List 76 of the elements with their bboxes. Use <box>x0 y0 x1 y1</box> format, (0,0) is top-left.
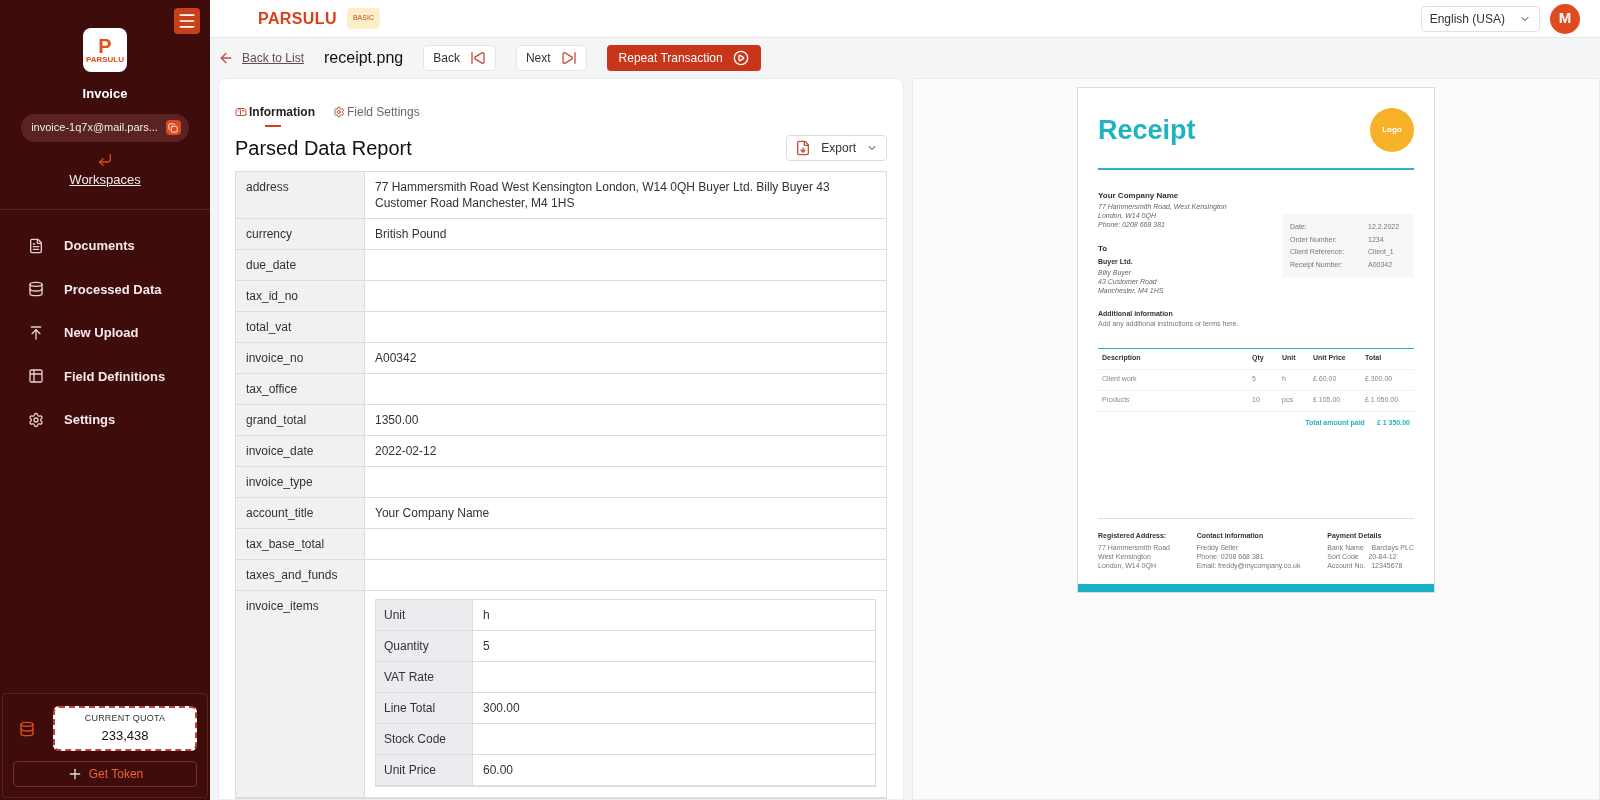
document-icon <box>28 237 44 254</box>
field-name-cell: account_title <box>236 498 365 528</box>
skip-forward-icon <box>560 50 577 66</box>
settings-icon <box>28 411 44 428</box>
export-button[interactable]: Export <box>786 135 887 161</box>
file-name: receipt.png <box>324 48 404 68</box>
receipt-title: Receipt <box>1098 113 1196 147</box>
sidebar-item[interactable]: Documents <box>0 224 210 268</box>
field-value-cell-text: British Pound <box>374 226 448 243</box>
field-name-cell: invoice_items <box>236 591 365 797</box>
mailbox-icon <box>235 106 247 118</box>
field-name-cell: total_vat <box>236 312 365 342</box>
skip-back-icon <box>469 50 486 66</box>
workspaces-link[interactable]: Workspaces <box>69 169 141 189</box>
field-name-cell: invoice_date <box>236 436 365 466</box>
sidebar-item[interactable]: Settings <box>0 398 210 442</box>
field-name-cell: invoice_no <box>236 343 365 373</box>
back-to-list-link[interactable]: Back to List <box>242 49 305 67</box>
field-value-cell-text: A00342 <box>374 350 418 367</box>
field-name-cell: tax_id_no <box>236 281 365 311</box>
file-download-icon <box>795 140 812 156</box>
return-icon <box>97 151 113 168</box>
settings-icon <box>333 106 345 118</box>
field-name-cell: Line Total <box>376 693 473 723</box>
tab[interactable]: Field Settings <box>333 103 420 127</box>
database-icon <box>28 281 44 298</box>
brand-name: PARSULU <box>258 8 337 29</box>
company-name: Your Company Name <box>1098 190 1180 202</box>
language-select[interactable]: English (USA) <box>1420 5 1540 32</box>
field-value-cell-text: 5 <box>482 638 491 655</box>
field-name-cell: tax_office <box>236 374 365 404</box>
field-name-cell: Unit Price <box>376 755 473 785</box>
copy-button[interactable] <box>165 120 181 135</box>
menu-icon <box>177 11 197 31</box>
play-circle-icon <box>732 50 749 66</box>
field-value-cell-text: 300.00 <box>482 700 521 717</box>
field-name-cell: Unit <box>376 600 473 630</box>
field-value-cell-text: 60.00 <box>482 762 515 779</box>
copy-icon <box>168 122 179 133</box>
field-name-cell: Quantity <box>376 631 473 661</box>
upload-icon <box>28 324 44 341</box>
field-value-cell-text: 1350.00 <box>374 412 420 429</box>
logo-text: PARSULU <box>85 56 125 64</box>
repeat-transaction-button[interactable]: Repeat Transaction <box>606 45 761 71</box>
sidebar-item[interactable]: Field Definitions <box>0 354 210 398</box>
quota-label: CURRENT QUOTA <box>84 712 166 725</box>
menu-button[interactable] <box>174 8 200 34</box>
field-name-cell: Stock Code <box>376 724 473 754</box>
field-name-cell: invoice_type <box>236 467 365 497</box>
get-token-button[interactable]: Get Token <box>13 761 197 787</box>
field-name-cell: tax_base_total <box>236 529 365 559</box>
field-name-cell: address <box>236 172 365 218</box>
back-button[interactable]: Back <box>423 45 496 71</box>
field-value-cell-text: 2022-02-12 <box>374 443 438 460</box>
quota-value: 233,438 <box>101 726 149 745</box>
logo-badge: Logo <box>1370 108 1414 152</box>
report-title: Parsed Data Report <box>235 136 412 161</box>
sidebar-item[interactable]: Processed Data <box>0 267 210 311</box>
field-value-cell-text: Your Company Name <box>374 505 491 522</box>
database-icon <box>19 720 35 737</box>
field-name-cell: due_date <box>236 250 365 280</box>
workspace-title: Invoice <box>82 85 128 103</box>
field-name-cell: currency <box>236 219 365 249</box>
field-name-cell: grand_total <box>236 405 365 435</box>
field-value-cell-text: 77 Hammersmith Road West Kensington London, W14 0QH Buyer Ltd. Billy Buyer 43 Customer Road Manchester, M4 1HS <box>374 179 831 212</box>
field-value-cell-text: h <box>482 607 491 624</box>
next-button[interactable]: Next <box>515 45 587 71</box>
field-name-cell: VAT Rate <box>376 662 473 692</box>
to-label: To <box>1098 243 1109 255</box>
table-icon <box>28 368 44 385</box>
sidebar-item[interactable]: New Upload <box>0 311 210 355</box>
user-avatar[interactable]: M <box>1550 3 1580 34</box>
logo-letter: P <box>98 36 112 56</box>
field-name-cell: taxes_and_funds <box>236 560 365 590</box>
email-address: invoice-1q7x@mail.pars... <box>31 120 158 136</box>
tab[interactable]: Information <box>235 103 315 127</box>
